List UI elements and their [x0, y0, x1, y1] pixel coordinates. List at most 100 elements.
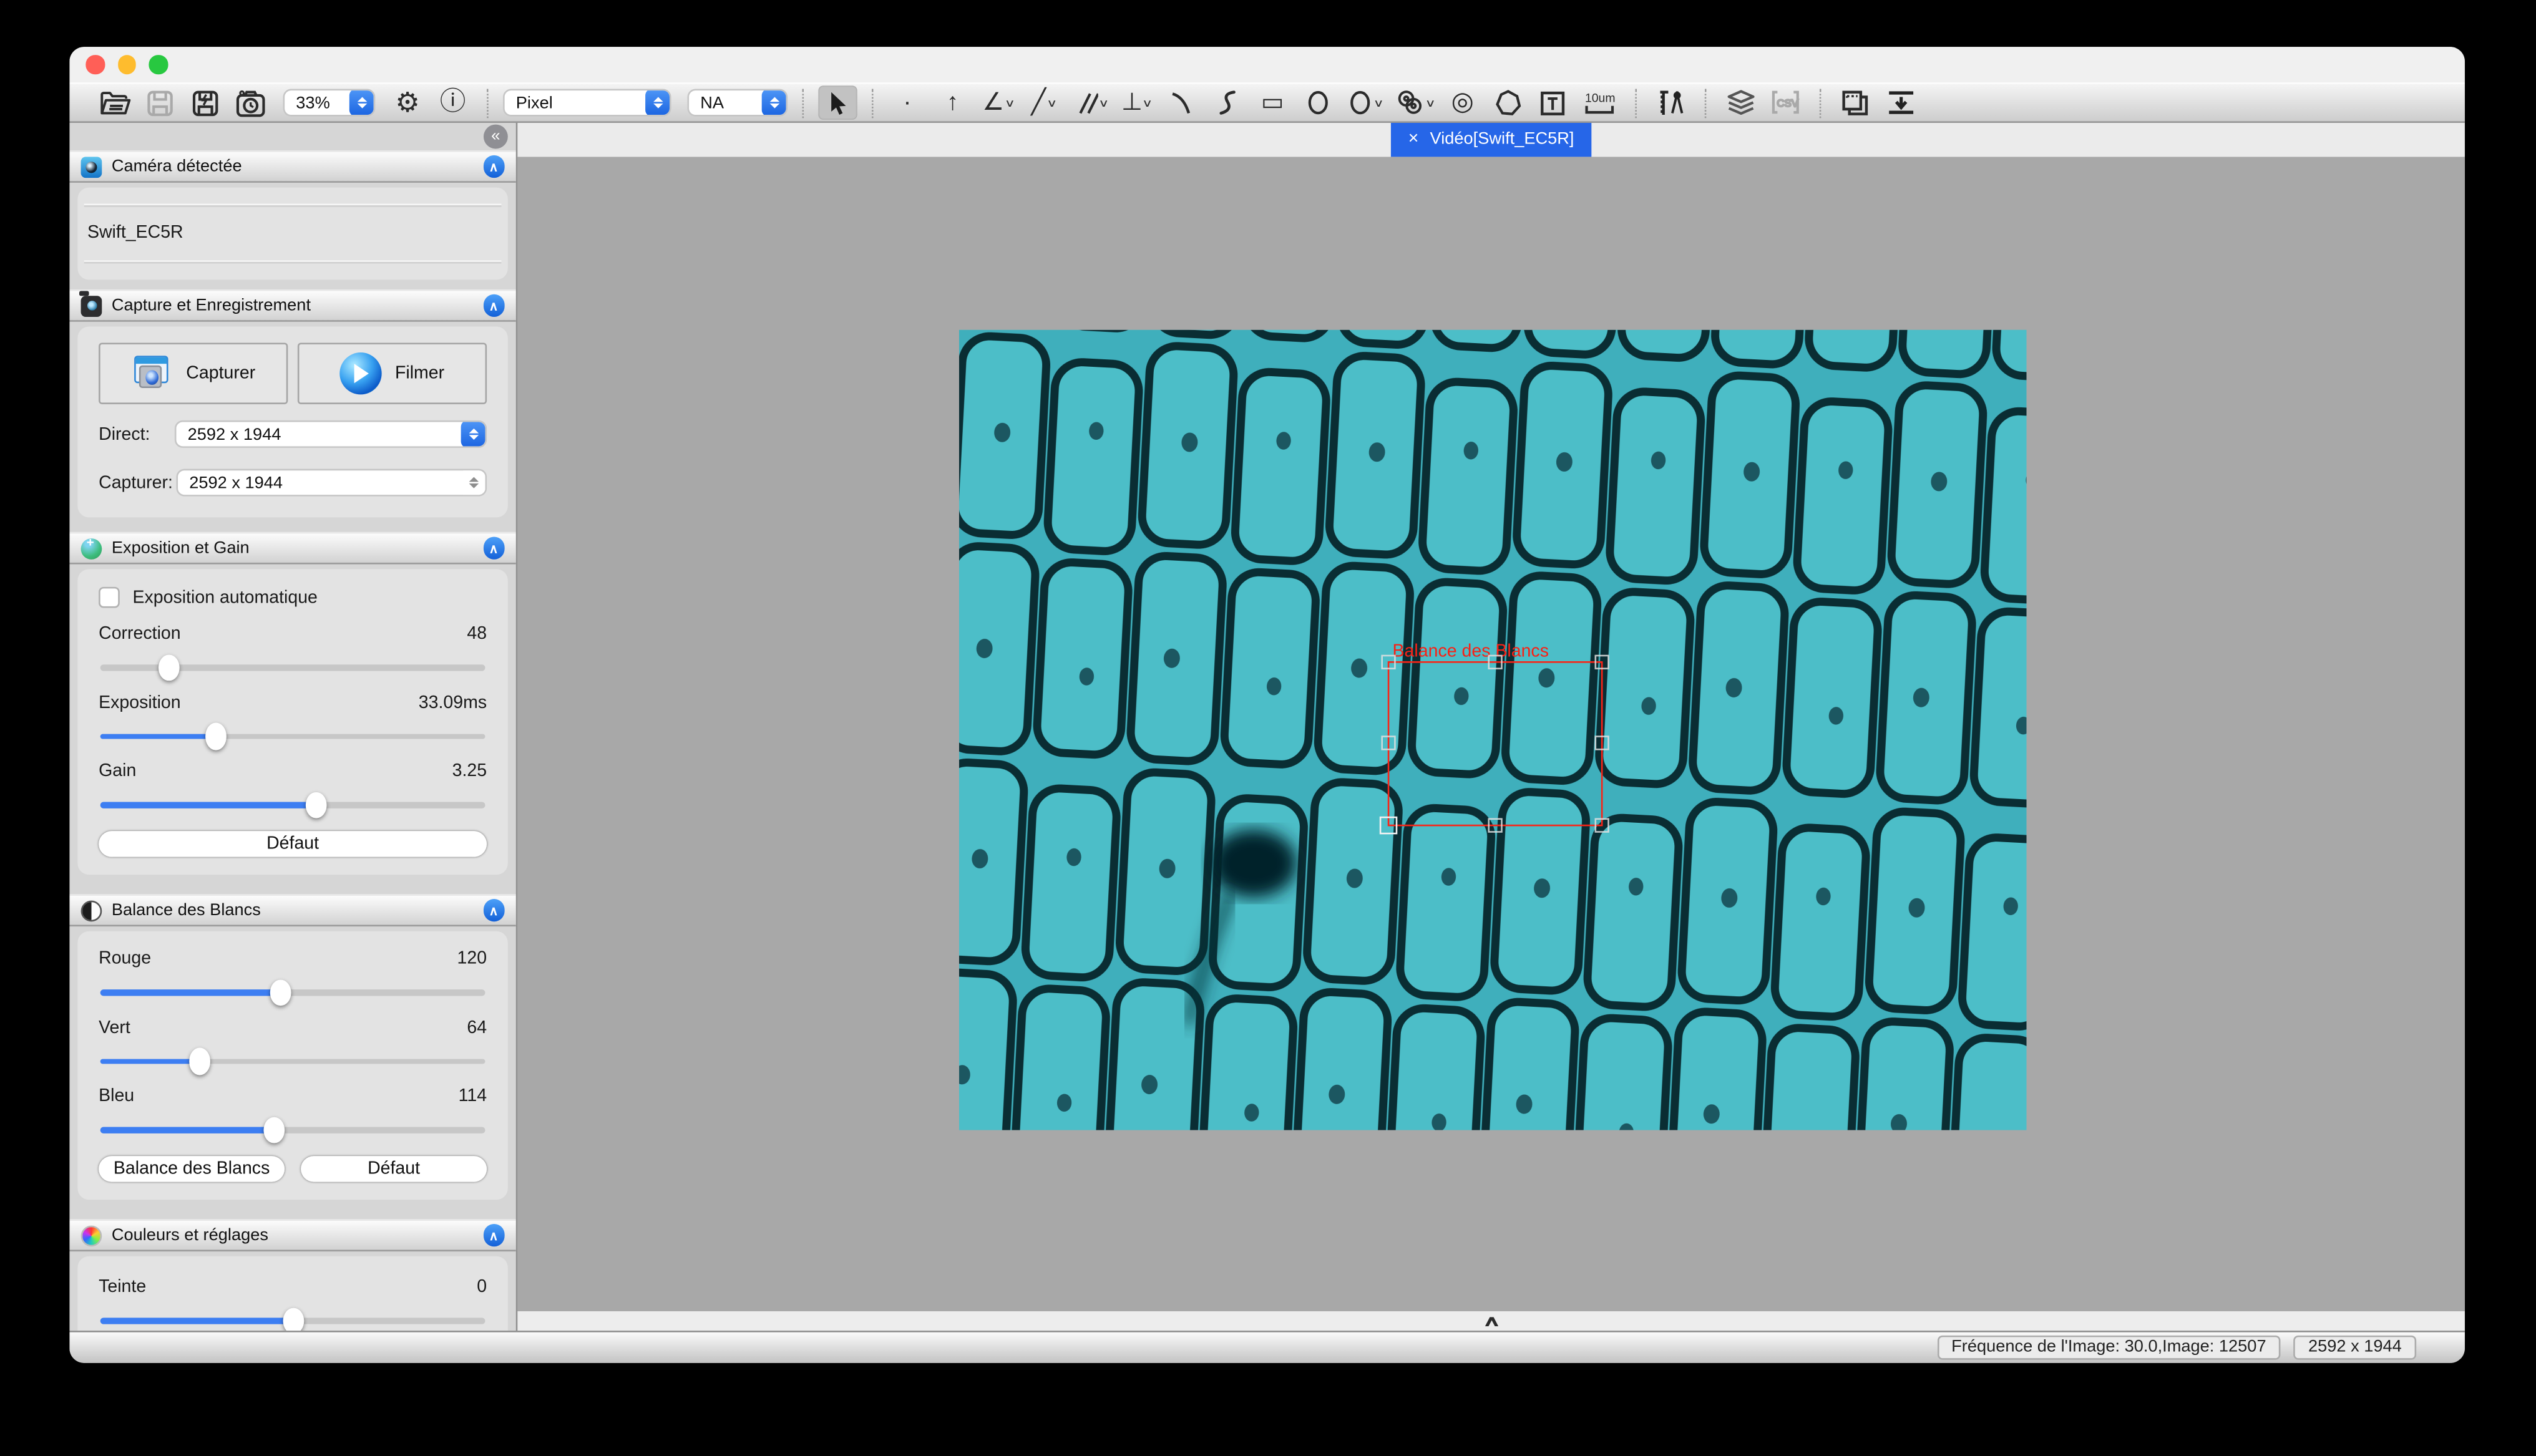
video-tab-label: Vidéo[Swift_EC5R]	[1430, 130, 1574, 149]
na-stepper[interactable]	[762, 89, 786, 117]
white-balance-roi[interactable]: Balance des Blancs	[1388, 661, 1603, 825]
na-value: NA	[689, 93, 762, 112]
roi-handle-bottom-left[interactable]	[1380, 816, 1398, 834]
slider-thumb[interactable]	[271, 979, 292, 1006]
capture-resolution-select[interactable]: 2592 x 1944	[177, 469, 487, 497]
arrow-tool[interactable]: ↑	[933, 85, 972, 119]
save-image-button[interactable]	[186, 85, 225, 119]
green-slider[interactable]	[100, 1058, 485, 1064]
slider-thumb[interactable]	[190, 1047, 211, 1074]
roi-handle-top-left[interactable]	[1381, 654, 1395, 668]
settings-gear-icon[interactable]: ⚙	[388, 85, 427, 119]
record-button[interactable]: Filmer	[298, 342, 487, 404]
toolbar-separator	[802, 88, 804, 117]
collapse-panel-icon[interactable]: ∧	[483, 900, 505, 921]
pointer-tool[interactable]	[818, 85, 857, 119]
roi-handle-top-mid[interactable]	[1487, 654, 1501, 668]
measurement-tools-button[interactable]	[1652, 85, 1690, 119]
desktop: 33% ⚙ ⓘ Pixel NA · ↑ ∠∨ ╱∨	[0, 0, 2536, 1456]
curve-tool[interactable]	[1207, 85, 1246, 119]
colors-panel-header[interactable]: Couleurs et réglages ∧	[69, 1219, 515, 1251]
na-select[interactable]: NA	[688, 89, 788, 117]
exposure-default-button[interactable]: Défaut	[99, 830, 487, 857]
collapse-sidebar-button[interactable]: «	[484, 125, 508, 149]
linked-circles-tool[interactable]: ∨	[1392, 85, 1436, 119]
rectangle-tool[interactable]: ▭	[1253, 85, 1292, 119]
direct-resolution-select[interactable]: 2592 x 1944	[175, 420, 487, 448]
camera-panel-title: Caméra détectée	[112, 157, 473, 176]
point-tool[interactable]: ·	[888, 85, 927, 119]
csv-export-button[interactable]: CSV	[1767, 85, 1805, 119]
collapse-bottom-strip[interactable]: ∧	[517, 1311, 2465, 1330]
exposure-slider[interactable]	[100, 733, 485, 739]
copy-button[interactable]	[1836, 85, 1875, 119]
info-icon[interactable]: ⓘ	[434, 85, 472, 119]
gain-slider[interactable]	[100, 802, 485, 808]
capture-panel-header[interactable]: Capture et Enregistrement ∧	[69, 289, 515, 322]
tab-strip: × Vidéo[Swift_EC5R]	[517, 123, 2465, 156]
hue-slider[interactable]	[100, 1318, 485, 1323]
polygon-tool[interactable]	[1488, 85, 1527, 119]
roi-handle-bottom-mid[interactable]	[1487, 817, 1501, 832]
close-tab-icon[interactable]: ×	[1408, 130, 1419, 149]
blue-slider[interactable]	[100, 1127, 485, 1132]
slider-thumb[interactable]	[305, 792, 326, 818]
collapse-panel-icon[interactable]: ∧	[483, 537, 505, 559]
slider-thumb[interactable]	[205, 723, 227, 750]
correction-slider[interactable]	[100, 664, 485, 670]
collapse-panel-icon[interactable]: ∧	[483, 1225, 505, 1246]
perpendicular-tool[interactable]: ⊥∨	[1117, 85, 1156, 119]
line-tool[interactable]: ╱∨	[1024, 85, 1063, 119]
slider-thumb[interactable]	[263, 1117, 284, 1143]
text-tool[interactable]	[1534, 85, 1573, 119]
wb-panel-header[interactable]: Balance des Blancs ∧	[69, 894, 515, 926]
exposure-panel-title: Exposition et Gain	[112, 538, 473, 558]
open-file-button[interactable]	[95, 85, 134, 119]
auto-exposure-label: Exposition automatique	[133, 588, 318, 607]
layers-button[interactable]	[1721, 85, 1760, 119]
direct-stepper[interactable]	[461, 420, 485, 448]
save-button[interactable]	[140, 85, 179, 119]
white-balance-icon	[81, 900, 102, 921]
capture-button[interactable]: Capturer	[99, 342, 288, 404]
slider-thumb[interactable]	[159, 654, 180, 681]
snapshot-timer-button[interactable]	[232, 85, 270, 119]
title-bar	[69, 47, 2464, 82]
white-balance-button[interactable]: Balance des Blancs	[99, 1155, 285, 1182]
parallel-lines-tool[interactable]: ∨	[1069, 85, 1111, 119]
collapse-panel-icon[interactable]: ∧	[483, 155, 505, 177]
export-button[interactable]	[1881, 85, 1920, 119]
unit-select[interactable]: Pixel	[503, 89, 671, 117]
zoom-select[interactable]: 33%	[283, 89, 376, 117]
slider-thumb[interactable]	[282, 1307, 303, 1329]
ellipse-tool[interactable]	[1299, 85, 1337, 119]
collapse-panel-icon[interactable]: ∧	[483, 294, 505, 316]
zoom-stepper[interactable]	[349, 89, 374, 117]
roi-handle-top-right[interactable]	[1595, 654, 1609, 668]
angle-tool[interactable]: ∠∨	[978, 85, 1017, 119]
red-slider[interactable]	[100, 989, 485, 995]
video-tab[interactable]: × Vidéo[Swift_EC5R]	[1390, 123, 1592, 156]
roi-handle-mid-right[interactable]	[1595, 735, 1609, 749]
minimize-window-button[interactable]	[117, 56, 136, 74]
arc-tool[interactable]	[1163, 85, 1201, 119]
camera-panel-header[interactable]: Caméra détectée ∧	[69, 150, 515, 183]
roi-handle-bottom-right[interactable]	[1595, 817, 1609, 832]
resolution-status: 2592 x 1944	[2294, 1335, 2416, 1359]
roi-handle-mid-left[interactable]	[1381, 735, 1395, 749]
frame-rate-status: Fréquence de l'Image: 30.0,Image: 12507	[1937, 1335, 2281, 1359]
capture-stepper[interactable]	[461, 469, 485, 497]
close-window-button[interactable]	[85, 56, 104, 74]
unit-stepper[interactable]	[645, 89, 670, 117]
snapshot-icon	[131, 354, 173, 393]
scalebar-tool[interactable]: 10um	[1579, 85, 1621, 119]
ellipse-variant-tool[interactable]: ∨	[1344, 85, 1385, 119]
exposure-panel-header[interactable]: Exposition et Gain ∧	[69, 532, 515, 565]
camera-device-item[interactable]: Swift_EC5R	[77, 207, 507, 261]
wb-default-button[interactable]: Défaut	[301, 1155, 487, 1182]
concentric-circles-tool[interactable]: ◎	[1443, 85, 1482, 119]
exposure-gain-icon	[81, 538, 102, 559]
svg-text:CSV: CSV	[1777, 97, 1799, 109]
zoom-window-button[interactable]	[149, 56, 167, 74]
auto-exposure-checkbox[interactable]	[99, 587, 120, 608]
